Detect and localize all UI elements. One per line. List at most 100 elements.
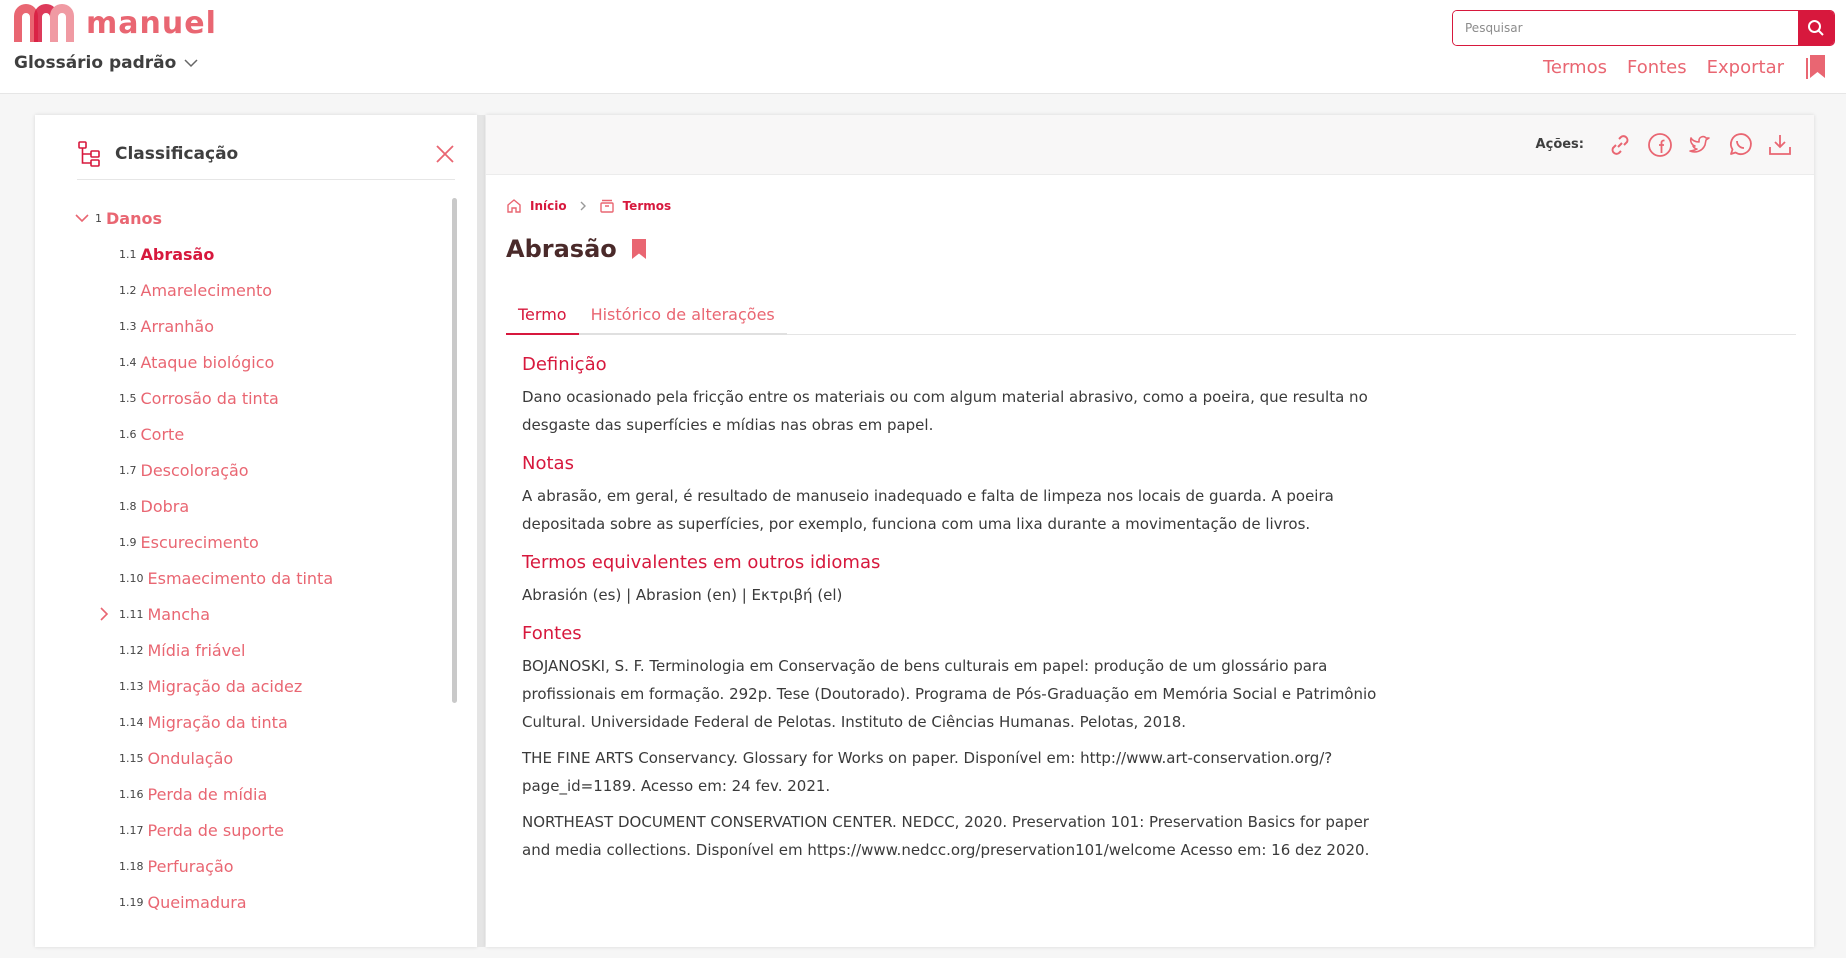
tree-item[interactable]: 1.7 Descoloração	[75, 452, 445, 488]
tree-item[interactable]: 1.15 Ondulação	[75, 740, 445, 776]
tree-item-number: 1.13	[119, 679, 144, 693]
tree-item-number: 1.4	[119, 355, 137, 369]
chevron-right-icon[interactable]	[99, 607, 119, 621]
nav-fontes[interactable]: Fontes	[1627, 57, 1687, 78]
top-nav: Termos Fontes Exportar	[1523, 54, 1826, 80]
chevron-down-icon	[184, 59, 198, 68]
tree-item-label: Escurecimento	[140, 532, 259, 552]
notes-section: Notas A abrasão, em geral, é resultado d…	[522, 453, 1382, 538]
tree-item[interactable]: 1.18 Perfuração	[75, 848, 445, 884]
tree-item[interactable]: 1.10 Esmaecimento da tinta	[75, 560, 445, 596]
tree-item[interactable]: 1.13 Migração da acidez	[75, 668, 445, 704]
bookmark-term-button[interactable]	[631, 238, 647, 260]
share-facebook-button[interactable]	[1640, 125, 1680, 165]
tree-item-number: 1.1	[119, 247, 137, 261]
tree-item-number: 1.17	[119, 823, 144, 837]
tab-historico[interactable]: Histórico de alterações	[578, 295, 787, 335]
tree-item[interactable]: 1.5 Corrosão da tinta	[75, 380, 445, 416]
bookmark-icon	[631, 239, 646, 259]
tree-item-label: Ataque biológico	[140, 352, 275, 372]
tree-item-number: 1.11	[119, 607, 144, 621]
notes-text: A abrasão, em geral, é resultado de manu…	[522, 487, 1334, 533]
term-title-row: Abrasão	[506, 235, 647, 263]
tree-item-label: Mancha	[147, 604, 211, 624]
equivalents-section: Termos equivalentes em outros idiomas Ab…	[522, 552, 1382, 609]
sidebar-close-button[interactable]	[435, 144, 455, 164]
definition-section: Definição Dano ocasionado pela fricção e…	[522, 354, 1382, 439]
sidebar-resize-handle[interactable]	[477, 115, 485, 947]
nav-exportar[interactable]: Exportar	[1707, 57, 1784, 78]
download-button[interactable]	[1760, 125, 1800, 165]
sources-section: Fontes BOJANOSKI, S. F. Terminologia em …	[522, 623, 1382, 864]
tree-item-number: 1.14	[119, 715, 144, 729]
tree-item-label: Arranhão	[140, 316, 215, 336]
term-panel: Ações: Início Termos Abrasão Termo Histó…	[486, 115, 1814, 947]
share-whatsapp-button[interactable]	[1720, 125, 1760, 165]
search-icon	[1808, 20, 1824, 36]
breadcrumb-home[interactable]: Início	[506, 198, 567, 214]
tree-item[interactable]: 1.2 Amarelecimento	[75, 272, 445, 308]
tree-item-number: 1.7	[119, 463, 137, 477]
tree-item[interactable]: 1.16 Perda de mídia	[75, 776, 445, 812]
facebook-icon	[1648, 132, 1672, 157]
tree-item-label: Perda de mídia	[147, 784, 268, 804]
tree-item-label: Mídia friável	[147, 640, 246, 660]
notes-heading: Notas	[522, 453, 574, 474]
definition-heading: Definição	[522, 354, 607, 375]
tree-item-number: 1.3	[119, 319, 137, 333]
tree-item[interactable]: 1.6 Corte	[75, 416, 445, 452]
tree-item-number: 1.9	[119, 535, 137, 549]
source-reference: BOJANOSKI, S. F. Terminologia em Conserv…	[522, 657, 1377, 731]
breadcrumb-home-label: Início	[530, 199, 567, 213]
tree-item-label: Corte	[140, 424, 185, 444]
tree-item[interactable]: 1.8 Dobra	[75, 488, 445, 524]
sidebar-scrollbar[interactable]	[452, 198, 457, 703]
sidebar-title: Classificação	[115, 144, 239, 164]
tree-item[interactable]: 1.4 Ataque biológico	[75, 344, 445, 380]
nav-termos[interactable]: Termos	[1543, 57, 1607, 78]
tree-item-number: 1.2	[119, 283, 137, 297]
copy-link-button[interactable]	[1600, 125, 1640, 165]
tree-item[interactable]: 1.17 Perda de suporte	[75, 812, 445, 848]
equivalents-text: Abrasión (es) | Abrasion (en) | Εκτριβή …	[522, 586, 843, 604]
tree-item[interactable]: 1.14 Migração da tinta	[75, 704, 445, 740]
tree-icon	[78, 141, 100, 167]
tree-item-label: Danos	[106, 208, 162, 228]
tree-item-label: Corrosão da tinta	[140, 388, 279, 408]
tree-item-number: 1.8	[119, 499, 137, 513]
sources-heading: Fontes	[522, 623, 582, 644]
bookmarks-button[interactable]	[1806, 54, 1826, 80]
tree-item[interactable]: 1.12 Mídia friável	[75, 632, 445, 668]
tree-item-label: Queimadura	[147, 892, 247, 912]
tree-root-danos[interactable]: 1 Danos	[75, 200, 445, 236]
tree-item-label: Descoloração	[140, 460, 249, 480]
tab-termo[interactable]: Termo	[506, 295, 579, 335]
logo[interactable]: manuel	[14, 4, 217, 42]
tree-item[interactable]: 1.9 Escurecimento	[75, 524, 445, 560]
tree-item-label: Migração da acidez	[147, 676, 303, 696]
tree-item-label: Amarelecimento	[140, 280, 273, 300]
tree-item-number: 1.5	[119, 391, 137, 405]
share-twitter-button[interactable]	[1680, 125, 1720, 165]
archive-icon	[599, 199, 614, 213]
glossary-label: Glossário padrão	[14, 53, 177, 73]
tree-item[interactable]: 1.11 Mancha	[75, 596, 445, 632]
search-button[interactable]	[1798, 11, 1834, 45]
twitter-icon	[1689, 135, 1710, 153]
whatsapp-icon	[1730, 132, 1752, 155]
logo-mark-icon	[14, 4, 74, 42]
chevron-down-icon	[75, 213, 95, 223]
term-content: Definição Dano ocasionado pela fricção e…	[522, 354, 1382, 878]
tree-item-number: 1.18	[119, 859, 144, 873]
tree-item-label: Perda de suporte	[147, 820, 284, 840]
search-input[interactable]	[1453, 11, 1798, 45]
tree-item[interactable]: 1.3 Arranhão	[75, 308, 445, 344]
tree-item-number: 1.16	[119, 787, 144, 801]
breadcrumb-terms[interactable]: Termos	[599, 198, 671, 214]
tree-item[interactable]: 1.19 Queimadura	[75, 884, 445, 920]
tree-item-number: 1	[95, 211, 102, 225]
tree-item[interactable]: 1.1 Abrasão	[75, 236, 445, 272]
tree-item-label: Esmaecimento da tinta	[147, 568, 334, 588]
glossary-select[interactable]: Glossário padrão	[14, 53, 198, 73]
chevron-right-icon	[579, 201, 587, 211]
